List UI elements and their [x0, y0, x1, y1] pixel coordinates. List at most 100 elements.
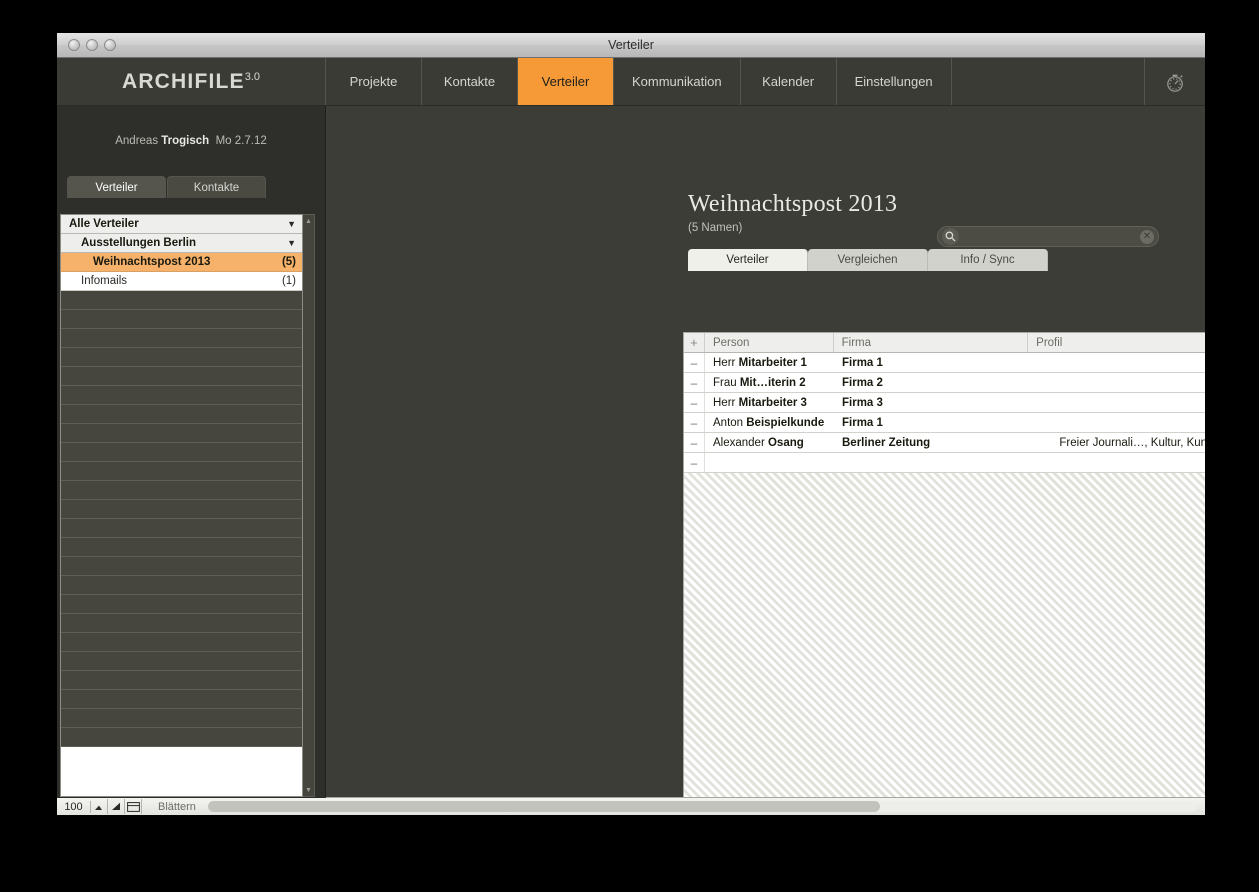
cell-firma[interactable]: Firma 2: [834, 373, 1029, 392]
sidebar-item-infomails[interactable]: Infomails (1): [61, 272, 302, 291]
cell-profil[interactable]: [1029, 413, 1205, 432]
list-item-empty[interactable]: [61, 690, 302, 709]
table-body-area: –Herr Mitarbeiter 1Firma 1ma1@trogisch.f…: [684, 353, 1205, 815]
list-item-empty[interactable]: [61, 367, 302, 386]
cell-profil[interactable]: [1029, 393, 1205, 412]
cell-firma[interactable]: Firma 1: [834, 353, 1029, 372]
nav-item-kommunikation[interactable]: Kommunikation: [614, 58, 741, 105]
list-item-empty[interactable]: [61, 348, 302, 367]
horizontal-scrollbar-thumb[interactable]: [208, 801, 881, 812]
list-item-empty[interactable]: [61, 614, 302, 633]
column-header-firma[interactable]: Firma: [834, 333, 1029, 352]
search-input[interactable]: [959, 231, 1140, 243]
cell-firma[interactable]: Firma 3: [834, 393, 1029, 412]
list-item-empty[interactable]: [61, 709, 302, 728]
list-item-empty[interactable]: [61, 405, 302, 424]
nav-item-einstellungen[interactable]: Einstellungen: [837, 58, 952, 105]
remove-row-button[interactable]: –: [684, 453, 705, 472]
table-row[interactable]: –Herr Mitarbeiter 1Firma 1ma1@trogisch.f…: [684, 353, 1205, 373]
sidebar-tabs: Verteiler Kontakte: [57, 176, 325, 198]
cell-firma[interactable]: Firma 1: [834, 413, 1029, 432]
table-row[interactable]: –Herr Mitarbeiter 3Firma 3ma3@trogisch.f…: [684, 393, 1205, 413]
list-item-empty[interactable]: [61, 633, 302, 652]
table-row[interactable]: –↗: [684, 453, 1205, 473]
list-item-empty[interactable]: [61, 576, 302, 595]
cell-person[interactable]: Herr Mitarbeiter 3: [705, 393, 834, 412]
list-item-empty[interactable]: [61, 652, 302, 671]
zoom-in-icon[interactable]: [108, 799, 125, 814]
search-field[interactable]: ✕: [937, 226, 1159, 247]
nav-item-kontakte[interactable]: Kontakte: [422, 58, 518, 105]
sidebar-tab-verteiler[interactable]: Verteiler: [67, 176, 166, 198]
window-minimize-button[interactable]: [86, 39, 98, 51]
window-close-button[interactable]: [68, 39, 80, 51]
cell-firma[interactable]: Berliner Zeitung: [834, 433, 1029, 452]
sidebar-item-weihnachtspost-2013[interactable]: Weihnachtspost 2013 (5): [61, 253, 302, 272]
chevron-down-icon[interactable]: ▼: [287, 215, 296, 233]
table-row[interactable]: –Alexander OsangBerliner ZeitungFreier J…: [684, 433, 1205, 453]
remove-row-button[interactable]: –: [684, 413, 705, 432]
screen-bezel: Verteiler ARCHIFILE3.0 Projekte Kontakte…: [0, 0, 1259, 892]
list-item-empty[interactable]: [61, 462, 302, 481]
scroll-up-arrow-icon[interactable]: ▲: [303, 215, 314, 227]
cell-profil[interactable]: [1029, 453, 1205, 472]
list-item[interactable]: Alle Verteiler ▼: [61, 215, 302, 234]
scroll-down-arrow-icon[interactable]: ▼: [303, 784, 314, 796]
zoom-out-icon[interactable]: [91, 799, 108, 814]
page-header: Weihnachtspost 2013 (5 Namen): [688, 191, 897, 234]
chevron-down-icon[interactable]: ▼: [287, 234, 296, 252]
stopwatch-icon[interactable]: [1145, 58, 1205, 105]
statusbar-divider: [57, 797, 326, 798]
tab-info-sync[interactable]: Info / Sync: [928, 249, 1048, 271]
contacts-table-panel: + Person Firma Profil Mailadresse PLZ × …: [683, 332, 1205, 815]
list-item-empty[interactable]: [61, 500, 302, 519]
list-item-empty[interactable]: [61, 386, 302, 405]
table-row[interactable]: –Anton BeispielkundeFirma 1beispielkunde…: [684, 413, 1205, 433]
nav-item-projekte[interactable]: Projekte: [326, 58, 422, 105]
list-item-empty[interactable]: [61, 443, 302, 462]
sidebar-tab-kontakte[interactable]: Kontakte: [167, 176, 266, 198]
tab-vergleichen[interactable]: Vergleichen: [808, 249, 928, 271]
cell-person[interactable]: [705, 453, 834, 472]
layout-toggle-icon[interactable]: [125, 799, 142, 814]
list-item-empty[interactable]: [61, 671, 302, 690]
list-item-label: Ausstellungen Berlin: [81, 234, 281, 252]
list-item-label: Weihnachtspost 2013: [93, 253, 282, 271]
nav-item-kalender[interactable]: Kalender: [741, 58, 837, 105]
remove-row-button[interactable]: –: [684, 373, 705, 392]
list-item-empty[interactable]: [61, 329, 302, 348]
zoom-level[interactable]: 100: [57, 801, 91, 813]
table-row[interactable]: –Frau Mit…iterin 2Firma 2mail@trogisch.f…: [684, 373, 1205, 393]
remove-row-button[interactable]: –: [684, 353, 705, 372]
list-item-empty[interactable]: [61, 519, 302, 538]
list-item-empty[interactable]: [61, 557, 302, 576]
list-item-empty[interactable]: [61, 728, 302, 747]
tab-verteiler[interactable]: Verteiler: [688, 249, 808, 271]
list-item-empty[interactable]: [61, 538, 302, 557]
remove-row-button[interactable]: –: [684, 433, 705, 452]
column-header-person[interactable]: Person: [705, 333, 834, 352]
remove-row-button[interactable]: –: [684, 393, 705, 412]
cell-person[interactable]: Frau Mit…iterin 2: [705, 373, 834, 392]
column-header-profil[interactable]: Profil: [1028, 333, 1205, 352]
list-item-empty[interactable]: [61, 291, 302, 310]
cell-profil[interactable]: Freier Journali…, Kultur, Kunst: [1029, 433, 1205, 452]
list-item[interactable]: Ausstellungen Berlin ▼: [61, 234, 302, 253]
cell-person[interactable]: Herr Mitarbeiter 1: [705, 353, 834, 372]
horizontal-scrollbar[interactable]: [208, 801, 1197, 812]
nav-item-verteiler[interactable]: Verteiler: [518, 58, 614, 105]
window-maximize-button[interactable]: [104, 39, 116, 51]
list-item-empty[interactable]: [61, 310, 302, 329]
cell-firma[interactable]: [834, 453, 1029, 472]
list-item-empty[interactable]: [61, 595, 302, 614]
cell-profil[interactable]: [1029, 353, 1205, 372]
add-row-button[interactable]: +: [684, 333, 705, 352]
clear-icon[interactable]: ✕: [1140, 230, 1154, 244]
cell-person[interactable]: Anton Beispielkunde: [705, 413, 834, 432]
window-titlebar: Verteiler: [57, 33, 1205, 58]
sidebar-scrollbar[interactable]: ▲ ▼: [303, 214, 315, 797]
cell-profil[interactable]: [1029, 373, 1205, 392]
cell-person[interactable]: Alexander Osang: [705, 433, 834, 452]
list-item-empty[interactable]: [61, 481, 302, 500]
list-item-empty[interactable]: [61, 424, 302, 443]
